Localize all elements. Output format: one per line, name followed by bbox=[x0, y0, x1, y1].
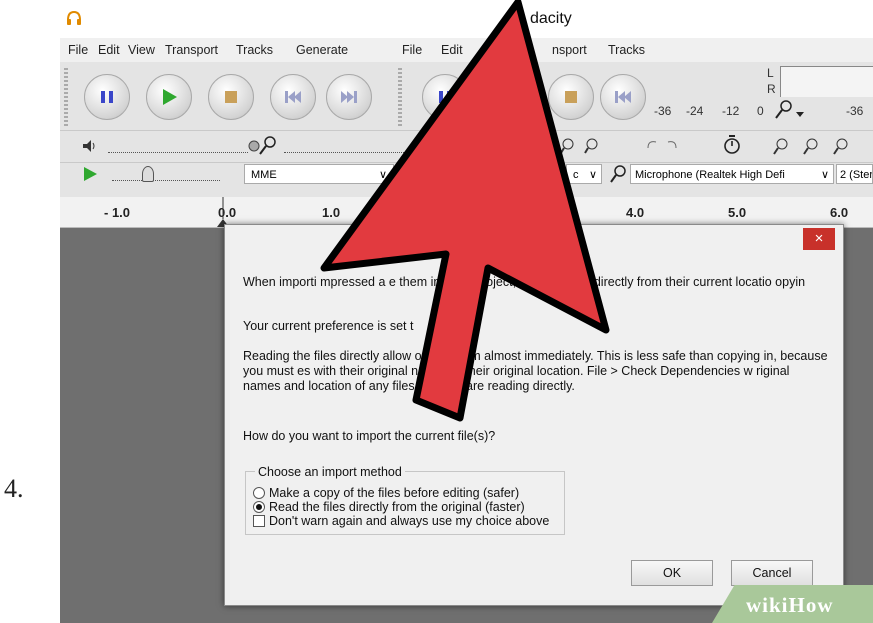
step-number: 4. bbox=[4, 474, 24, 503]
red-arrow-overlay bbox=[320, 0, 610, 422]
screenshot: dacity File Edit View Transport Tracks G… bbox=[60, 0, 873, 623]
